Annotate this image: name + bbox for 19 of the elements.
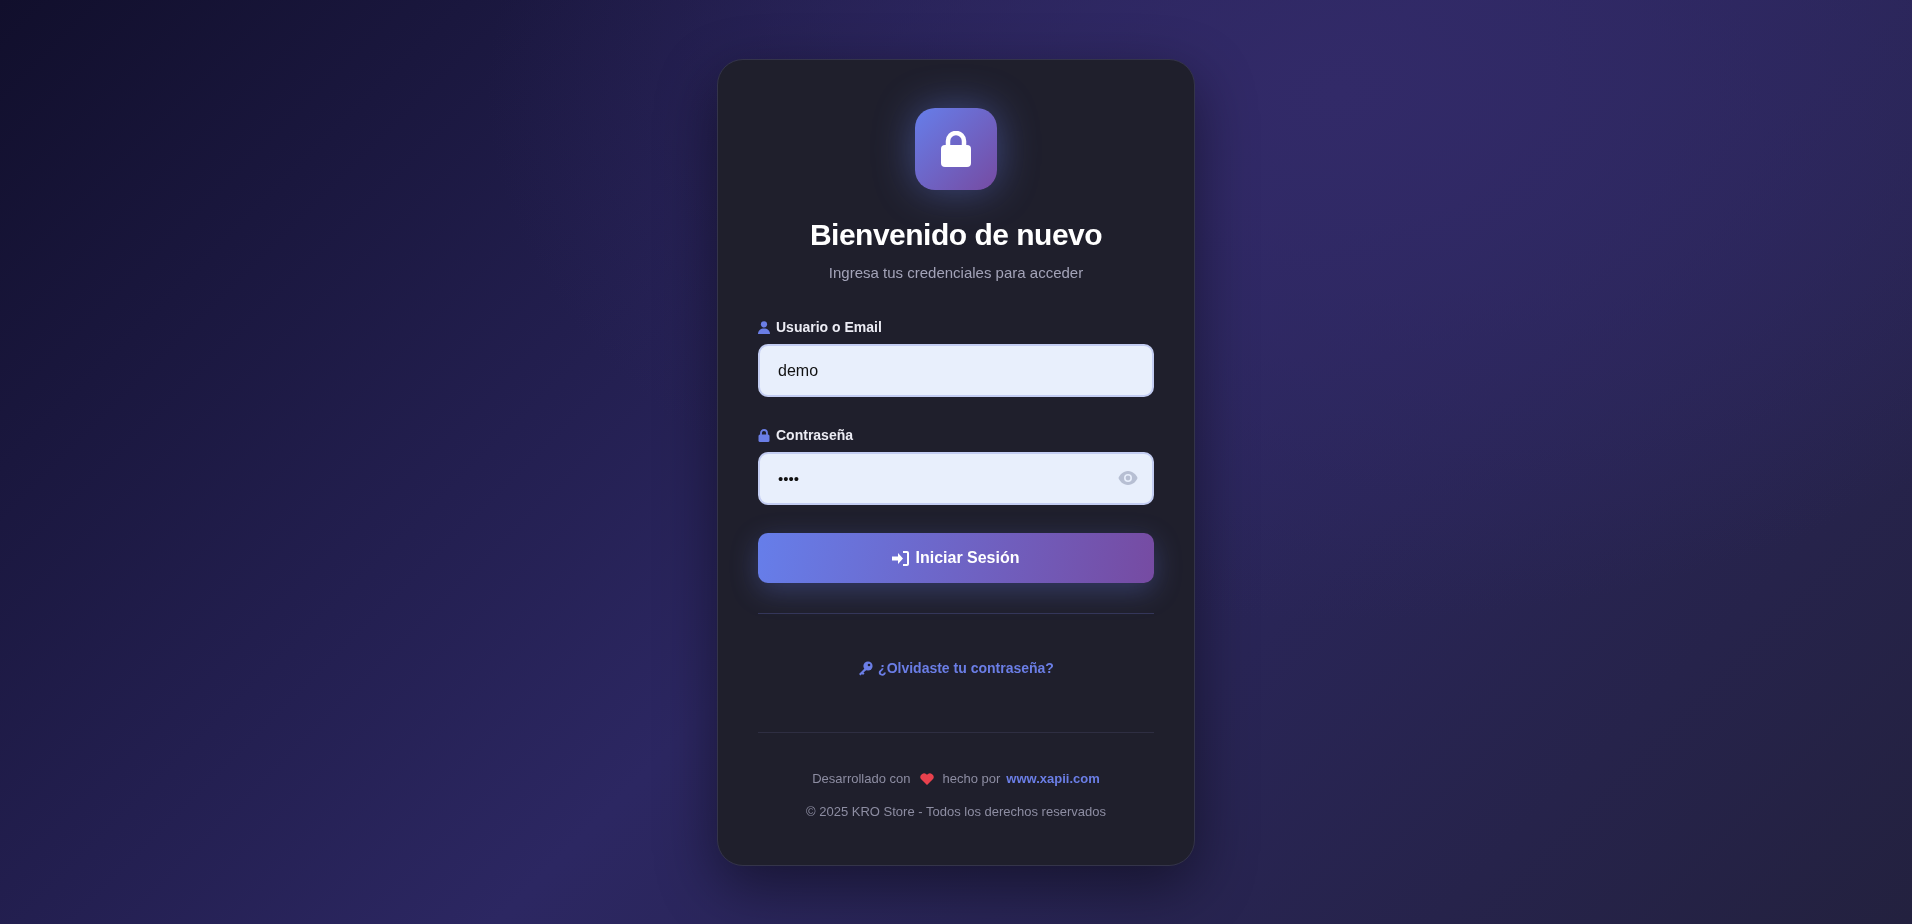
footer-text: hecho por xyxy=(942,771,1001,786)
login-button[interactable]: Iniciar Sesión xyxy=(758,533,1154,583)
lock-icon xyxy=(941,131,971,167)
sign-in-icon xyxy=(892,550,910,566)
login-subtitle: Ingresa tus credenciales para acceder xyxy=(827,264,1085,281)
forgot-password-link[interactable]: ¿Olvidaste tu contraseña? xyxy=(858,660,1054,676)
key-icon xyxy=(858,660,874,676)
footer-text: Desarrollado con xyxy=(812,771,911,786)
website-link[interactable]: www.xapii.com xyxy=(1006,771,1100,786)
login-title: Bienvenido de nuevo xyxy=(808,218,1104,252)
eye-icon[interactable] xyxy=(1118,470,1138,486)
field-label: Usuario o Email xyxy=(776,319,882,335)
copyright-text: © 2025 KRO Store - Todos los derechos reservados xyxy=(805,804,1107,819)
heart-icon xyxy=(919,772,934,785)
field-label: Contraseña xyxy=(776,427,854,443)
lock-icon xyxy=(758,428,770,442)
password-field[interactable]: •••• xyxy=(758,452,1154,505)
username-field[interactable]: demo xyxy=(758,344,1154,397)
user-icon xyxy=(758,320,770,334)
